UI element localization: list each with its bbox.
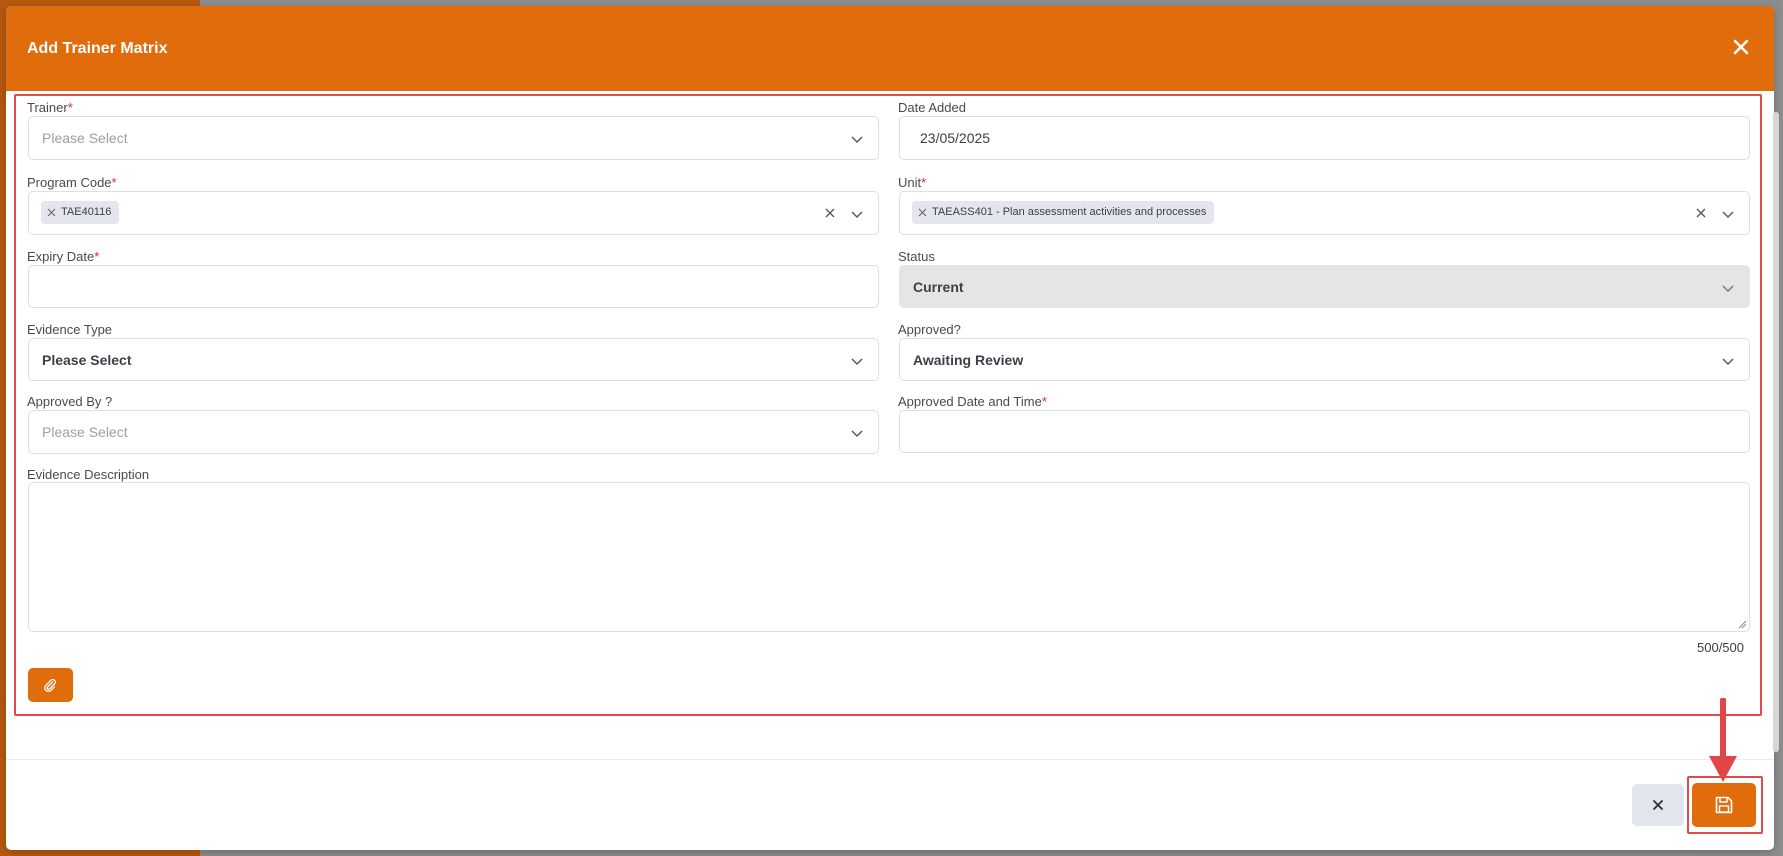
close-icon[interactable] — [1730, 36, 1752, 58]
trainer-placeholder: Please Select — [42, 130, 128, 146]
program-code-label: Program Code* — [27, 175, 117, 190]
approved-value: Awaiting Review — [913, 352, 1024, 368]
date-added-label: Date Added — [898, 100, 966, 115]
annotation-arrow — [1709, 698, 1737, 782]
unit-select[interactable]: TAEASS401 - Plan assessment activities a… — [899, 191, 1750, 235]
chevron-down-icon — [851, 358, 863, 366]
chevron-down-icon — [1722, 358, 1734, 366]
chevron-down-icon — [851, 430, 863, 438]
unit-label: Unit* — [898, 175, 927, 190]
modal-scrollbar[interactable] — [1773, 112, 1779, 752]
evidence-type-label: Evidence Type — [27, 322, 113, 337]
modal-title: Add Trainer Matrix — [27, 40, 168, 57]
attach-file-button[interactable] — [28, 668, 73, 702]
approved-datetime-field[interactable] — [899, 410, 1750, 453]
chevron-down-icon — [851, 211, 863, 219]
date-added-field[interactable]: 23/05/2025 — [899, 116, 1750, 160]
clear-icon[interactable] — [824, 207, 836, 219]
evidence-type-value: Please Select — [42, 352, 132, 368]
clear-icon[interactable] — [1695, 207, 1707, 219]
expiry-date-field[interactable] — [28, 265, 879, 308]
approved-datetime-label: Approved Date and Time* — [898, 394, 1047, 409]
approved-by-label: Approved By ? — [27, 394, 113, 409]
chip-remove-icon[interactable] — [918, 208, 927, 217]
footer-divider — [6, 759, 1774, 760]
evidence-type-select[interactable]: Please Select — [28, 338, 879, 381]
cancel-button[interactable] — [1632, 784, 1684, 826]
paperclip-icon — [44, 678, 56, 692]
close-icon — [1653, 800, 1663, 810]
program-code-chip[interactable]: TAE40116 — [41, 201, 120, 224]
expiry-date-label: Expiry Date* — [27, 249, 100, 264]
approved-select[interactable]: Awaiting Review — [899, 338, 1750, 381]
program-code-select[interactable]: TAE40116 — [28, 191, 879, 235]
add-trainer-matrix-modal: Add Trainer Matrix Trainer* Please Selec… — [6, 6, 1774, 850]
approved-by-placeholder: Please Select — [42, 424, 128, 440]
modal-header: Add Trainer Matrix — [6, 6, 1774, 91]
status-label: Status — [898, 249, 935, 264]
approved-label: Approved? — [898, 322, 961, 337]
status-value: Current — [913, 279, 964, 295]
chevron-down-icon — [1722, 211, 1734, 219]
character-counter: 500/500 — [1697, 640, 1744, 655]
date-added-value: 23/05/2025 — [920, 130, 991, 146]
chip-remove-icon[interactable] — [47, 208, 56, 217]
trainer-select[interactable]: Please Select — [28, 116, 879, 160]
approved-by-select[interactable]: Please Select — [28, 410, 879, 454]
resize-grip-icon[interactable] — [1737, 619, 1747, 629]
save-icon — [1715, 796, 1733, 814]
evidence-description-label: Evidence Description — [27, 467, 150, 482]
chevron-down-icon — [851, 136, 863, 144]
trainer-label: Trainer* — [27, 100, 73, 115]
chevron-down-icon — [1722, 285, 1734, 293]
unit-chip[interactable]: TAEASS401 - Plan assessment activities a… — [912, 201, 1215, 224]
evidence-description-textarea[interactable] — [28, 482, 1750, 632]
status-select: Current — [899, 265, 1750, 308]
